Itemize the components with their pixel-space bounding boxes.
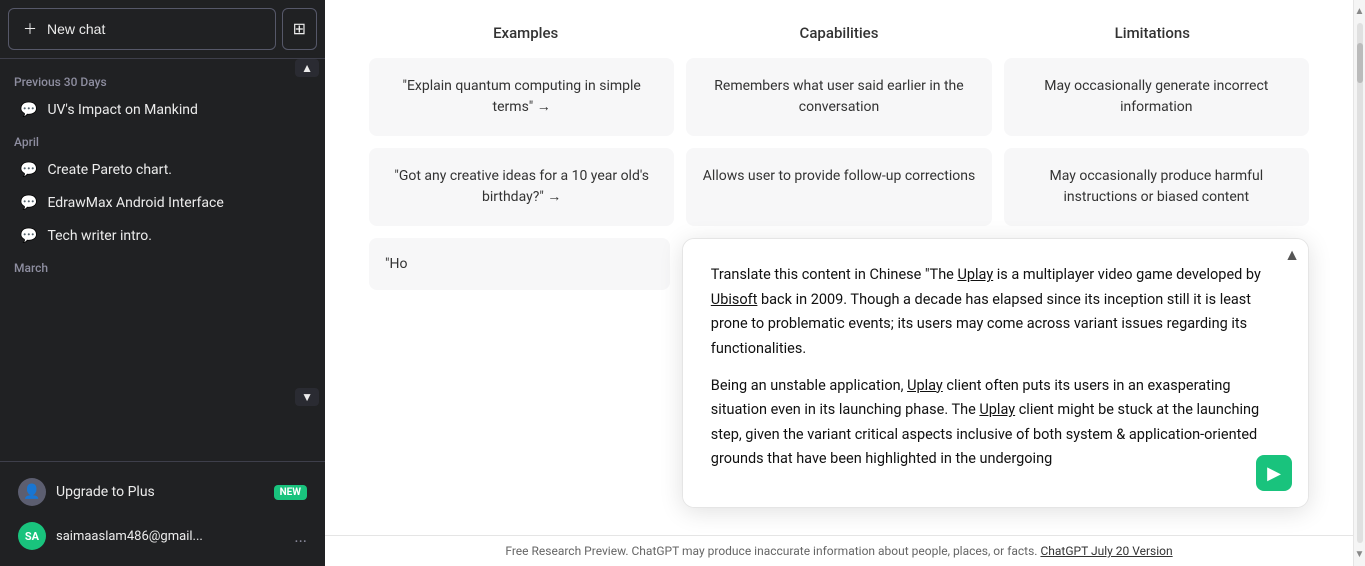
new-chat-label: New chat bbox=[47, 21, 105, 37]
send-icon: ▶ bbox=[1267, 463, 1281, 484]
cell-limitation-1: May occasionally generate incorrect info… bbox=[1004, 58, 1309, 136]
table-row: "Explain quantum computing in simple ter… bbox=[369, 58, 1309, 136]
scrollbar-down-arrow[interactable]: ▼ bbox=[1353, 547, 1365, 562]
cell-capability-1: Remembers what user said earlier in the … bbox=[686, 58, 991, 136]
section-label-march: March bbox=[0, 253, 325, 279]
chat-label: Create Pareto chart. bbox=[47, 162, 172, 178]
user-email: saimaaslam486@gmail... bbox=[56, 529, 284, 544]
new-chat-bar: ＋ New chat ⊞ bbox=[0, 0, 325, 59]
sidebar-item-tech-writer[interactable]: 💬 Tech writer intro. bbox=[6, 220, 319, 252]
chat-label: Tech writer intro. bbox=[47, 228, 152, 244]
sidebar: ＋ New chat ⊞ ▲ Previous 30 Days 💬 UV's I… bbox=[0, 0, 325, 566]
header-capabilities: Capabilities bbox=[682, 16, 995, 50]
chat-icon: 💬 bbox=[20, 195, 37, 211]
table-row: "Got any creative ideas for a 10 year ol… bbox=[369, 148, 1309, 226]
section-label-april: April bbox=[0, 127, 325, 153]
section-label-previous-30: Previous 30 Days bbox=[0, 67, 325, 93]
right-scrollbar: ▲ ▼ bbox=[1353, 0, 1365, 566]
footer-link[interactable]: ChatGPT July 20 Version bbox=[1040, 544, 1172, 558]
chat-icon: 💬 bbox=[20, 162, 37, 178]
scrollbar-thumb[interactable] bbox=[1357, 43, 1363, 83]
send-button-container: ▶ bbox=[1256, 455, 1292, 491]
scrollbar-track bbox=[1357, 23, 1363, 543]
footer-text: Free Research Preview. ChatGPT may produ… bbox=[505, 544, 1037, 558]
popup-scroll-up-button[interactable]: ▲ bbox=[1284, 247, 1300, 265]
capabilities-table: Examples Capabilities Limitations "Expla… bbox=[369, 16, 1309, 508]
header-limitations: Limitations bbox=[996, 16, 1309, 50]
popup-row: "Ho ▲ Translate this content in Chinese … bbox=[369, 238, 1309, 508]
cell-limitation-2: May occasionally produce harmful instruc… bbox=[1004, 148, 1309, 226]
upgrade-to-plus-item[interactable]: 👤 Upgrade to Plus NEW bbox=[8, 470, 317, 514]
new-chat-button[interactable]: ＋ New chat bbox=[8, 8, 276, 50]
popup-paragraph-1: Translate this content in Chinese "The U… bbox=[711, 263, 1280, 362]
header-examples: Examples bbox=[369, 16, 682, 50]
table-header: Examples Capabilities Limitations bbox=[369, 16, 1309, 50]
popup-content: ▲ Translate this content in Chinese "The… bbox=[682, 238, 1309, 508]
cell-example-2: "Got any creative ideas for a 10 year ol… bbox=[369, 148, 674, 226]
send-button[interactable]: ▶ bbox=[1256, 455, 1292, 491]
scroll-up-button[interactable]: ▲ bbox=[295, 59, 319, 77]
popup-paragraph-2: Being an unstable application, Uplay cli… bbox=[711, 374, 1280, 473]
upgrade-label: Upgrade to Plus bbox=[56, 484, 155, 500]
user-item[interactable]: SA saimaaslam486@gmail... ... bbox=[8, 514, 317, 558]
chat-area: Examples Capabilities Limitations "Expla… bbox=[325, 0, 1353, 535]
scrollbar-up-arrow[interactable]: ▲ bbox=[1353, 4, 1365, 19]
avatar: SA bbox=[18, 522, 46, 550]
sidebar-item-uv-impact[interactable]: 💬 UV's Impact on Mankind bbox=[6, 94, 319, 126]
plus-icon: ＋ bbox=[23, 19, 37, 39]
sidebar-scroll: ▲ Previous 30 Days 💬 UV's Impact on Mank… bbox=[0, 59, 325, 461]
new-badge: NEW bbox=[274, 485, 307, 500]
user-menu-dots[interactable]: ... bbox=[294, 527, 307, 546]
chat-icon: 💬 bbox=[20, 228, 37, 244]
main-content: Examples Capabilities Limitations "Expla… bbox=[325, 0, 1353, 566]
footer: Free Research Preview. ChatGPT may produ… bbox=[325, 535, 1353, 566]
scroll-down-button[interactable]: ▼ bbox=[295, 388, 319, 406]
layout-icon: ⊞ bbox=[293, 21, 306, 38]
chat-label: EdrawMax Android Interface bbox=[47, 195, 223, 211]
sidebar-item-pareto-chart[interactable]: 💬 Create Pareto chart. bbox=[6, 154, 319, 186]
sidebar-bottom: 👤 Upgrade to Plus NEW SA saimaaslam486@g… bbox=[0, 461, 325, 566]
popup-left-stub: "Ho bbox=[369, 238, 670, 290]
sidebar-layout-button[interactable]: ⊞ bbox=[282, 8, 317, 50]
sidebar-item-edrawmax[interactable]: 💬 EdrawMax Android Interface bbox=[6, 187, 319, 219]
cell-example-1: "Explain quantum computing in simple ter… bbox=[369, 58, 674, 136]
chat-label: UV's Impact on Mankind bbox=[47, 102, 197, 118]
cell-capability-2: Allows user to provide follow-up correct… bbox=[686, 148, 991, 226]
chat-icon: 💬 bbox=[20, 102, 37, 118]
upgrade-icon: 👤 bbox=[18, 478, 46, 506]
